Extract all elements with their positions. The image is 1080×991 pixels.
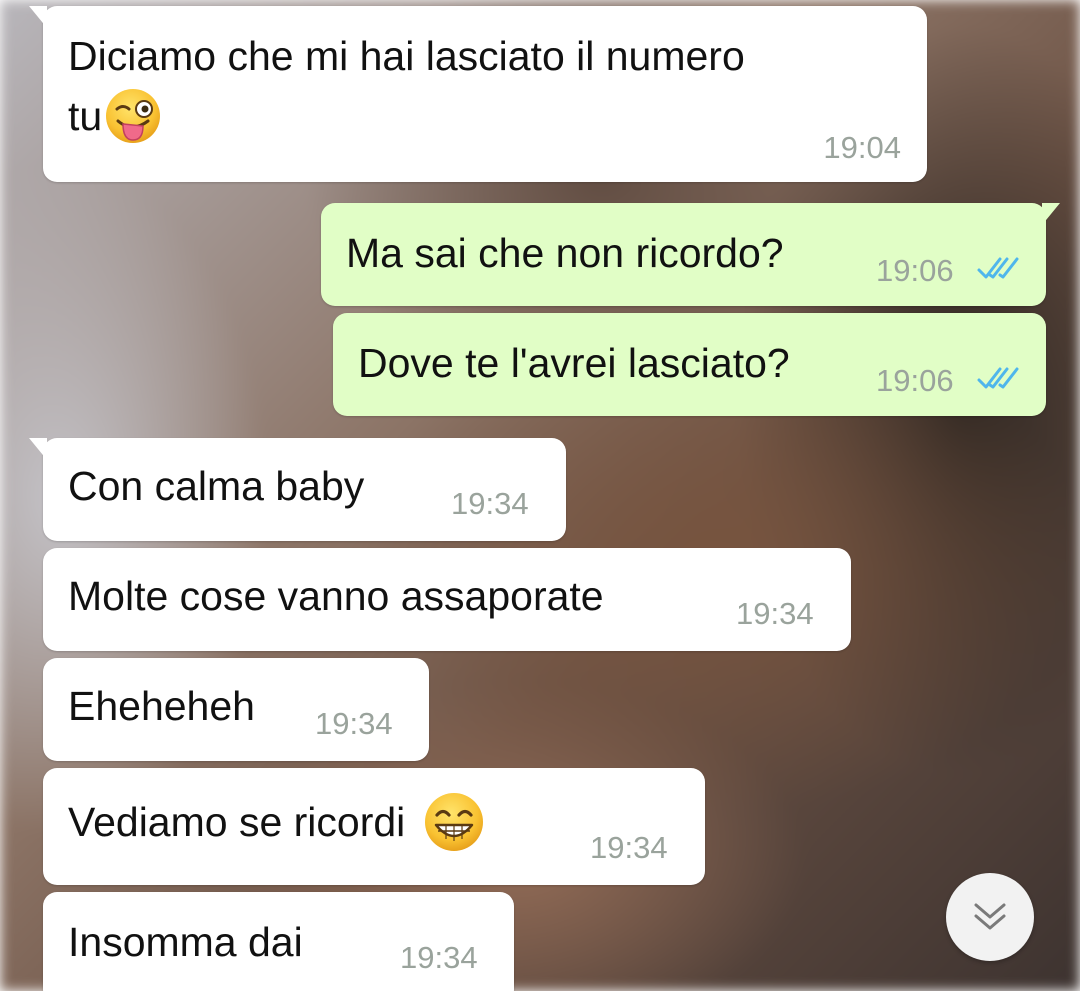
- message-text: Dove te l'avrei lasciato?: [358, 340, 790, 386]
- grinning-face-with-smiling-eyes-emoji: [424, 793, 483, 852]
- incoming-message[interactable]: Eheheheh 19:34: [43, 658, 429, 761]
- bubble-tail: [29, 438, 47, 460]
- message-time: 19:04: [823, 130, 901, 165]
- message-text-content: Vediamo se ricordi: [68, 799, 406, 845]
- incoming-message[interactable]: Vediamo se ricordi 19:34: [43, 768, 705, 885]
- read-receipt-icon: [977, 257, 1019, 279]
- message-list[interactable]: Diciamo che mi hai lasciato il numero tu: [0, 0, 1080, 991]
- message-text: Diciamo che mi hai lasciato il numero: [68, 33, 745, 79]
- incoming-message[interactable]: Insomma dai 19:34: [43, 892, 514, 991]
- outgoing-message[interactable]: Ma sai che non ricordo? 19:06: [321, 203, 1060, 306]
- message-time: 19:06: [876, 253, 954, 288]
- bubble-tail: [29, 6, 47, 28]
- message-time: 19:34: [736, 596, 814, 631]
- bubble-tail: [1042, 203, 1060, 225]
- message-text: Eheheheh: [68, 683, 255, 729]
- message-text: Insomma dai: [68, 919, 303, 965]
- message-time: 19:34: [451, 486, 529, 521]
- read-receipt-icon: [977, 367, 1019, 389]
- message-text: Ma sai che non ricordo?: [346, 230, 784, 276]
- incoming-message[interactable]: Molte cose vanno assaporate 19:34: [43, 548, 851, 651]
- message-text-line2: tu: [68, 93, 103, 139]
- message-text: Vediamo se ricordi: [68, 793, 485, 853]
- winking-face-with-tongue-emoji: [106, 89, 161, 144]
- message-time: 19:34: [315, 706, 393, 741]
- message-text: Con calma baby: [68, 463, 365, 509]
- message-time: 19:34: [400, 940, 478, 975]
- scroll-to-bottom-button[interactable]: [946, 873, 1034, 961]
- outgoing-message[interactable]: Dove te l'avrei lasciato? 19:06: [333, 313, 1046, 416]
- message-text-continued: tu: [68, 88, 162, 145]
- incoming-message[interactable]: Con calma baby 19:34: [29, 438, 566, 541]
- message-time: 19:06: [876, 363, 954, 398]
- message-time: 19:34: [590, 830, 668, 865]
- message-text: Molte cose vanno assaporate: [68, 573, 604, 619]
- double-chevron-down-icon: [974, 903, 1006, 930]
- incoming-message[interactable]: Diciamo che mi hai lasciato il numero tu: [29, 6, 927, 182]
